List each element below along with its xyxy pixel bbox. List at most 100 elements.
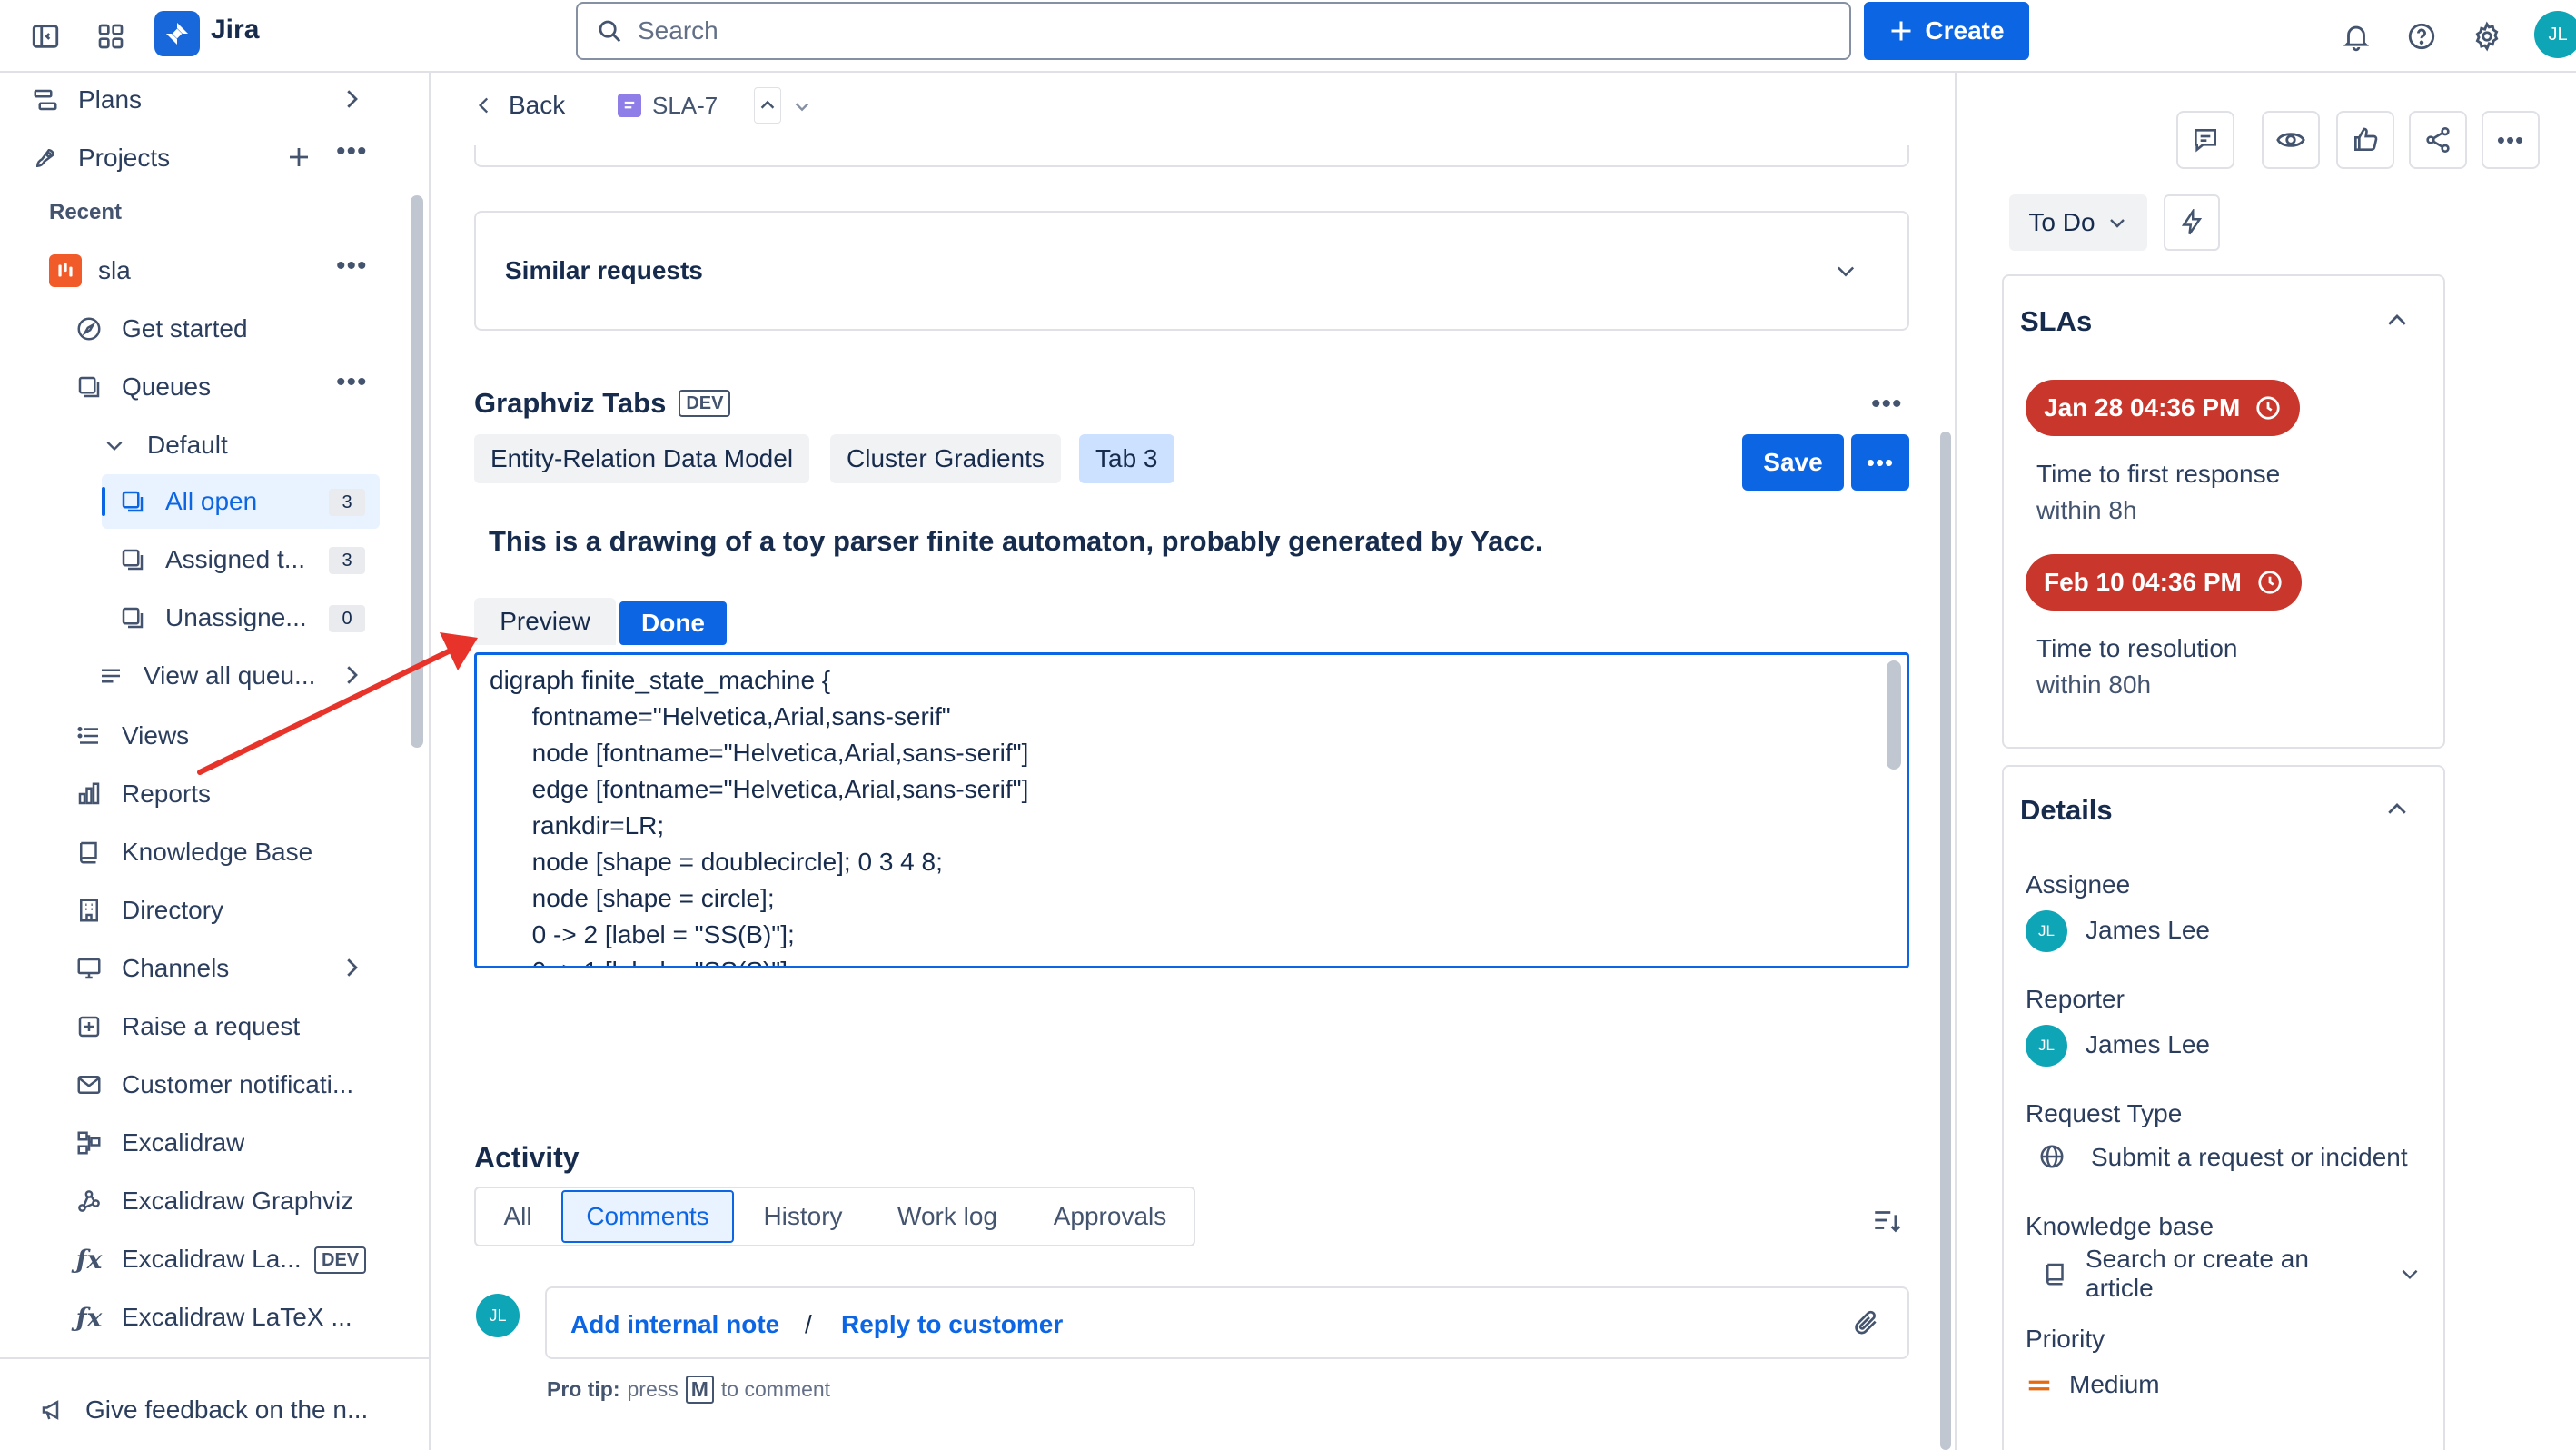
sidebar-item-label: sla <box>98 256 131 284</box>
sidebar-item-knowledge-base[interactable]: Knowledge Base <box>73 825 312 879</box>
code-line: edge [fontname="Helvetica,Arial,sans-ser… <box>490 775 1029 803</box>
app-name[interactable]: Jira <box>211 15 259 45</box>
settings-gear-icon[interactable] <box>2463 13 2511 60</box>
tab-entity-relation[interactable]: Entity-Relation Data Model <box>474 434 810 483</box>
tab-work-log[interactable]: Work log <box>872 1190 1023 1243</box>
more-icon[interactable]: ••• <box>2482 111 2540 169</box>
sidebar-item-excalidraw-latex[interactable]: ƒx Excalidraw LaTeX ... <box>73 1290 381 1345</box>
thumbs-up-icon[interactable] <box>2336 111 2394 169</box>
sidebar-item-label: Raise a request <box>122 1012 301 1040</box>
chevron-up-icon[interactable] <box>2383 307 2411 334</box>
help-icon[interactable] <box>2398 13 2445 60</box>
tab-cluster-gradients[interactable]: Cluster Gradients <box>830 434 1061 483</box>
feedback-icon[interactable] <box>2176 111 2234 169</box>
reporter-label: Reporter <box>2026 985 2125 1013</box>
main-scrollbar[interactable] <box>1940 432 1951 1450</box>
request-type-value[interactable]: Submit a request or incident <box>2091 1143 2408 1172</box>
tab-comments[interactable]: Comments <box>561 1190 734 1243</box>
reporter-value[interactable]: James Lee <box>2086 1030 2210 1059</box>
add-project-plus-icon[interactable] <box>285 144 312 171</box>
priority-value[interactable]: Medium <box>2069 1370 2160 1399</box>
assignee-value[interactable]: James Lee <box>2086 916 2210 945</box>
save-button[interactable]: Save <box>1742 434 1844 491</box>
sidebar-item-excalidraw-la[interactable]: ƒx Excalidraw La... <box>73 1232 309 1286</box>
sidebar-item-default[interactable]: Default <box>98 418 228 472</box>
clock-icon <box>2256 569 2284 596</box>
tab-approvals[interactable]: Approvals <box>1028 1190 1192 1243</box>
search-input[interactable]: Search <box>576 2 1851 60</box>
projects-more-icon[interactable]: ••• <box>336 136 368 167</box>
editor-scrollbar[interactable] <box>1887 660 1901 770</box>
sidebar-item-channels[interactable]: Channels <box>73 941 229 996</box>
knowledge-base-search[interactable]: Search or create an article <box>2031 1245 2422 1303</box>
issue-key-breadcrumb[interactable]: SLA-7 <box>618 84 718 127</box>
share-icon[interactable] <box>2409 111 2467 169</box>
give-feedback-button[interactable]: Give feedback on the n... <box>36 1383 400 1437</box>
next-issue-icon[interactable] <box>792 96 812 116</box>
sidebar-item-label: Excalidraw Graphviz <box>122 1187 354 1215</box>
sort-order-icon[interactable] <box>1871 1205 1902 1236</box>
status-dropdown[interactable]: To Do <box>2009 194 2147 251</box>
chevron-down-icon <box>2106 212 2128 233</box>
code-line: rankdir=LR; <box>490 811 665 839</box>
graphviz-code-editor[interactable]: digraph finite_state_machine { fontname=… <box>474 652 1909 968</box>
jira-logo-icon[interactable] <box>154 11 200 56</box>
sidebar-item-projects[interactable]: Projects <box>29 131 170 185</box>
pro-tip-label: Pro tip: <box>547 1377 620 1401</box>
sidebar-item-get-started[interactable]: Get started <box>73 302 248 356</box>
sidebar-item-assigned[interactable]: Assigned t... <box>116 532 316 587</box>
more-actions-button[interactable]: ••• <box>1851 434 1909 491</box>
sidebar-item-directory[interactable]: Directory <box>73 883 223 938</box>
tab-history[interactable]: History <box>739 1190 867 1243</box>
sidebar-item-label: Customer notificati... <box>122 1070 354 1098</box>
all-open-row[interactable]: All open <box>116 474 257 529</box>
selected-indicator <box>102 487 105 516</box>
watch-eye-icon[interactable] <box>2262 111 2320 169</box>
sidebar-item-queues[interactable]: Queues <box>73 360 211 414</box>
done-button[interactable]: Done <box>619 601 727 645</box>
sidebar-item-project-sla[interactable]: sla <box>49 243 131 298</box>
issue-key: SLA-7 <box>652 91 718 119</box>
notifications-bell-icon[interactable] <box>2333 13 2380 60</box>
add-internal-note-link[interactable]: Add internal note <box>570 1310 779 1339</box>
preview-tab[interactable]: Preview <box>474 598 616 645</box>
reports-chart-icon <box>73 778 105 810</box>
user-avatar[interactable]: JL <box>2534 11 2576 58</box>
previous-issue-icon[interactable] <box>754 87 781 124</box>
sidebar-item-label: Excalidraw <box>122 1128 245 1157</box>
sidebar-item-label: Get started <box>122 314 248 343</box>
graphviz-more-icon[interactable]: ••• <box>1871 389 1903 420</box>
project-more-icon[interactable]: ••• <box>336 251 368 282</box>
sidebar-item-label: Plans <box>78 85 143 114</box>
sidebar-item-plans[interactable]: Plans <box>29 73 142 127</box>
clock-icon <box>2254 394 2282 422</box>
sidebar-item-customer-notifications[interactable]: Customer notificati... <box>73 1058 381 1112</box>
automation-lightning-icon[interactable] <box>2164 194 2220 251</box>
chevron-up-icon[interactable] <box>2383 796 2411 823</box>
chevron-down-icon[interactable] <box>1833 258 1858 283</box>
sidebar-item-excalidraw[interactable]: Excalidraw <box>73 1116 244 1170</box>
create-button[interactable]: Create <box>1864 2 2029 60</box>
chevron-right-icon[interactable] <box>338 85 365 113</box>
app-switcher-icon[interactable] <box>87 13 134 60</box>
building-icon <box>73 894 105 927</box>
comment-avatar: JL <box>476 1294 520 1337</box>
chevron-right-icon[interactable] <box>338 954 365 981</box>
similar-requests-panel[interactable]: Similar requests <box>474 211 1909 331</box>
sidebar-toggle-icon[interactable] <box>22 13 69 60</box>
separator: / <box>805 1310 812 1338</box>
queues-more-icon[interactable]: ••• <box>336 367 368 398</box>
sidebar-item-raise-request[interactable]: Raise a request <box>73 999 300 1054</box>
chevron-down-icon <box>2398 1262 2422 1286</box>
comment-box[interactable]: Add internal note / Reply to customer <box>545 1286 1909 1359</box>
dev-badge: DEV <box>314 1246 367 1274</box>
tab-3[interactable]: Tab 3 <box>1079 434 1174 483</box>
paperclip-icon[interactable] <box>1851 1308 1880 1337</box>
tab-all[interactable]: All <box>478 1190 558 1243</box>
status-label: To Do <box>2028 208 2095 236</box>
sidebar-item-excalidraw-graphviz[interactable]: Excalidraw Graphviz <box>73 1174 353 1228</box>
back-button[interactable]: Back <box>472 84 565 127</box>
slas-title: SLAs <box>2020 305 2093 337</box>
reply-to-customer-link[interactable]: Reply to customer <box>841 1310 1063 1339</box>
sidebar-item-views[interactable]: Views <box>73 709 189 763</box>
